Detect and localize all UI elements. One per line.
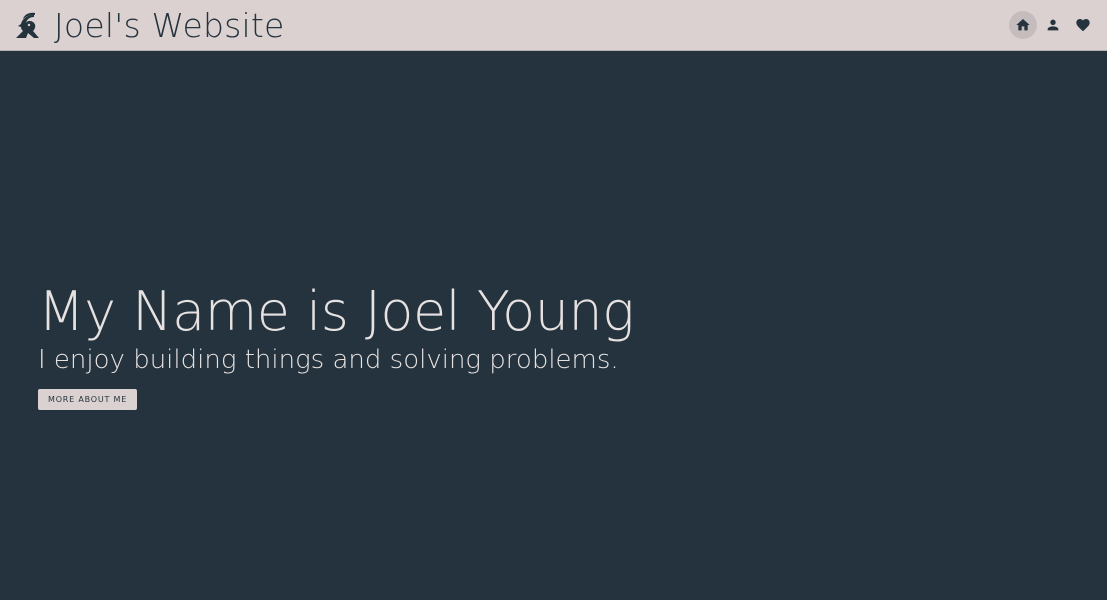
- site-title: Joel's Website: [54, 6, 285, 45]
- hero-section: My Name is Joel Young I enjoy building t…: [0, 51, 1107, 600]
- home-icon: [1016, 19, 1030, 31]
- person-icon: [1047, 19, 1059, 31]
- nav-favorites-button[interactable]: [1069, 11, 1097, 39]
- nav-about-button[interactable]: [1039, 11, 1067, 39]
- goat-logo-icon: [12, 11, 42, 41]
- heart-icon: [1076, 19, 1090, 32]
- more-about-me-button[interactable]: MORE ABOUT ME: [38, 389, 138, 410]
- nav-bar: [1009, 11, 1097, 39]
- hero-title: My Name is Joel Young: [38, 280, 635, 343]
- nav-home-button[interactable]: [1009, 11, 1037, 39]
- site-brand-link[interactable]: Joel's Website: [12, 6, 285, 46]
- hero-content: My Name is Joel Young I enjoy building t…: [38, 280, 635, 410]
- hero-subtitle: I enjoy building things and solving prob…: [38, 345, 619, 375]
- top-bar: Joel's Website: [0, 0, 1107, 51]
